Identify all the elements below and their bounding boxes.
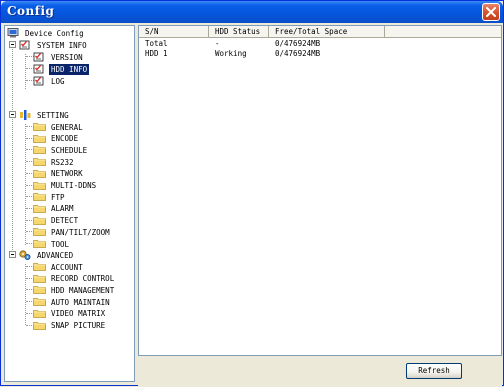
tree-item-detect[interactable]: DETECT: [33, 215, 80, 227]
tree-label: RS232: [51, 157, 74, 167]
cell-space: 0/476924MB: [275, 49, 321, 58]
folder-icon: [33, 192, 46, 202]
column-header-sn[interactable]: S/N: [139, 26, 209, 38]
tree-line: [12, 42, 13, 256]
config-tree[interactable]: Device Config SYSTEM INFO VERSION HDD IN…: [4, 25, 135, 382]
tree-item-network[interactable]: NETWORK: [33, 168, 85, 180]
tree-item-pan-tilt-zoom[interactable]: PAN/TILT/ZOOM: [33, 226, 112, 238]
folder-icon: [33, 274, 46, 284]
tree-label: TOOL: [51, 239, 70, 249]
folder-icon: [33, 297, 46, 307]
tree-item-account[interactable]: ACCOUNT: [33, 261, 85, 273]
tree-label: AUTO MAINTAIN: [51, 297, 110, 307]
title-bar[interactable]: Config: [1, 1, 503, 23]
button-bar: Refresh: [138, 356, 502, 386]
folder-icon: [33, 157, 46, 167]
hdd-list[interactable]: S/N HDD Status Free/Total Space Total - …: [138, 25, 502, 356]
tree-item-general[interactable]: GENERAL: [33, 121, 85, 133]
tree-item-ftp[interactable]: FTP: [33, 191, 67, 203]
folder-icon: [33, 285, 46, 295]
folder-icon: [33, 216, 46, 226]
tree-label: Device Config: [25, 28, 84, 38]
gears-icon: [19, 250, 32, 260]
tree-label: LOG: [51, 76, 65, 86]
hdd-info-panel: S/N HDD Status Free/Total Space Total - …: [138, 23, 504, 387]
column-header-status[interactable]: HDD Status: [209, 26, 269, 38]
tree-label: RECORD CONTROL: [51, 274, 115, 284]
list-header: S/N HDD Status Free/Total Space: [139, 26, 501, 38]
window-title: Config: [7, 4, 55, 18]
tree-label: ADVANCED: [37, 250, 74, 260]
tree-label: VERSION: [51, 52, 83, 62]
tree-item-rs232[interactable]: RS232: [33, 156, 76, 168]
tree-label: SNAP PICTURE: [51, 321, 106, 330]
checklist-icon: [33, 76, 46, 86]
tree-item-record-control[interactable]: RECORD CONTROL: [33, 273, 116, 285]
tree-item-alarm[interactable]: ALARM: [33, 203, 76, 215]
tree-item-device-config[interactable]: Device Config: [7, 27, 86, 39]
tree-label: GENERAL: [51, 122, 83, 132]
tree-label: HDD MANAGEMENT: [51, 285, 115, 295]
tree-item-log[interactable]: LOG: [33, 75, 67, 87]
tree-item-hdd-info[interactable]: HDD INFO: [33, 63, 90, 75]
tree-label: SCHEDULE: [51, 145, 88, 155]
folder-icon: [33, 309, 46, 319]
tree-line: [25, 264, 26, 325]
config-window: Config Device Config SYSTEM INFO VERSION…: [0, 0, 504, 386]
collapse-icon[interactable]: [9, 41, 16, 48]
tree-item-hdd-management[interactable]: HDD MANAGEMENT: [33, 284, 116, 296]
tree-item-auto-maintain[interactable]: AUTO MAINTAIN: [33, 296, 112, 308]
folder-icon: [33, 321, 46, 331]
folder-icon: [33, 239, 46, 249]
tree-label: FTP: [51, 192, 65, 202]
checklist-icon: [19, 40, 32, 50]
cell-sn: HDD 1: [145, 49, 168, 58]
checklist-icon: [33, 52, 46, 62]
folder-icon: [33, 122, 46, 132]
tree-label: SYSTEM INFO: [37, 40, 87, 50]
tree-label: SETTING: [37, 110, 69, 120]
tree-item-advanced[interactable]: ADVANCED: [19, 249, 75, 261]
tree-item-version[interactable]: VERSION: [33, 51, 85, 63]
computer-icon: [7, 28, 20, 38]
column-header-space[interactable]: Free/Total Space: [269, 26, 385, 38]
checklist-icon: [33, 64, 46, 74]
tree-item-setting[interactable]: SETTING: [19, 109, 71, 121]
folder-icon: [33, 227, 46, 237]
tree-item-system-info[interactable]: SYSTEM INFO: [19, 39, 89, 51]
tree-item-schedule[interactable]: SCHEDULE: [33, 144, 89, 156]
folder-icon: [33, 145, 46, 155]
folder-icon: [33, 169, 46, 179]
cell-status: Working: [215, 49, 247, 58]
tree-label: PAN/TILT/ZOOM: [51, 227, 110, 237]
setting-icon: [19, 110, 32, 120]
column-header-filler: [385, 26, 501, 38]
tree-label: HDD INFO: [49, 63, 90, 75]
tree-item-video-matrix[interactable]: VIDEO MATRIX: [33, 308, 107, 320]
tree-item-encode[interactable]: ENCODE: [33, 133, 80, 145]
folder-icon: [33, 204, 46, 214]
tree-item-snap-picture[interactable]: SNAP PICTURE: [33, 320, 107, 332]
close-button[interactable]: [482, 3, 500, 21]
tree-label: VIDEO MATRIX: [51, 309, 106, 319]
tree-line: [25, 54, 26, 89]
collapse-icon[interactable]: [9, 111, 16, 118]
tree-label: ALARM: [51, 204, 74, 214]
tree-label: ENCODE: [51, 134, 79, 144]
collapse-icon[interactable]: [9, 251, 16, 258]
tree-label: NETWORK: [51, 169, 83, 179]
close-icon: [486, 7, 496, 17]
table-row[interactable]: HDD 1 Working 0/476924MB: [139, 48, 385, 59]
tree-label: DETECT: [51, 216, 79, 226]
tree-label: MULTI-DDNS: [51, 181, 97, 190]
folder-icon: [33, 134, 46, 144]
folder-icon: [33, 262, 46, 272]
tree-label: ACCOUNT: [51, 262, 83, 272]
refresh-button[interactable]: Refresh: [406, 363, 462, 379]
tree-item-multi-ddns[interactable]: MULTI-DDNS: [33, 180, 98, 192]
folder-icon: [33, 181, 46, 191]
